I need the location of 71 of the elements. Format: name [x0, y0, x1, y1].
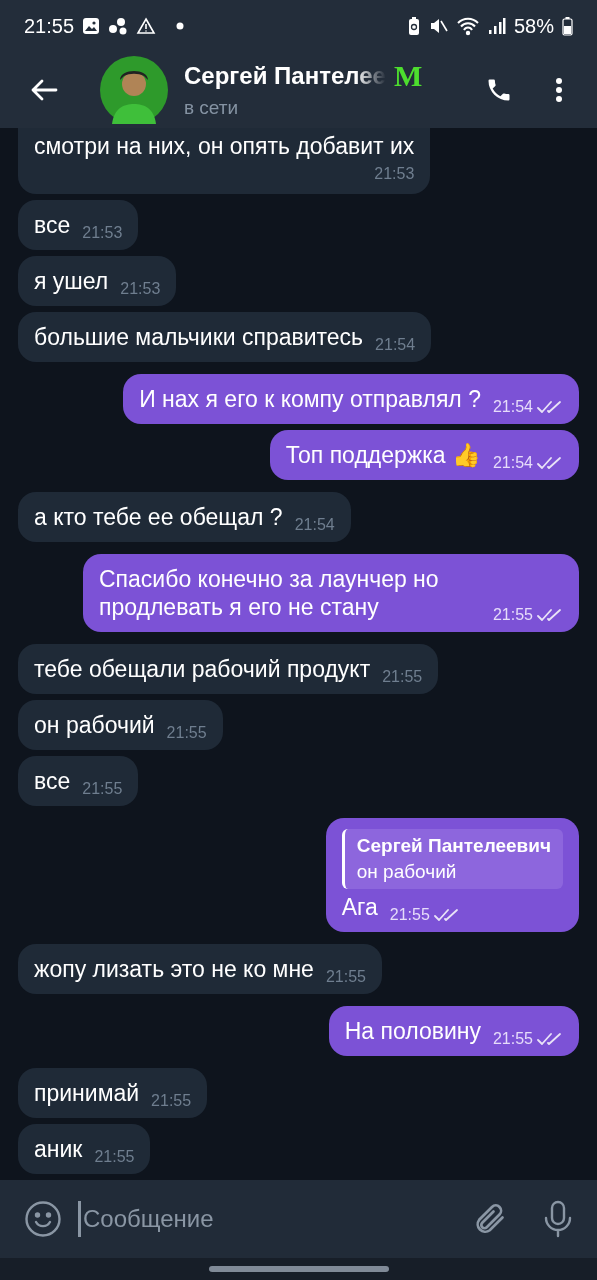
wifi-icon — [455, 16, 480, 36]
clock-time: 21:55 — [24, 14, 75, 39]
incoming-message-bubble[interactable]: все 21:55 — [18, 756, 139, 806]
incoming-message-bubble[interactable]: аник 21:55 — [18, 1124, 151, 1174]
reply-quote[interactable]: Сергей Пантелеевич он рабочий — [341, 829, 563, 889]
message-time: 21:53 — [120, 279, 161, 299]
message-time: 21:55 — [325, 967, 366, 987]
battery-percent: 58% — [513, 14, 554, 39]
avatar[interactable] — [100, 56, 168, 124]
message-text: принимай — [34, 1079, 140, 1107]
composer-bar[interactable]: Сообщение — [0, 1180, 597, 1258]
message-time: 21:55 — [382, 667, 423, 687]
message-time: 21:55 — [492, 605, 533, 625]
warning-icon — [136, 17, 157, 35]
outgoing-message-bubble[interactable]: Топ поддержка 👍 21:54 — [269, 430, 579, 480]
notification-dot-icon — [176, 22, 185, 30]
message-time: 21:55 — [492, 1029, 533, 1049]
outgoing-message-bubble[interactable]: И нах я его к компу отправлял ? 21:54 — [123, 374, 579, 424]
online-status: в сети — [184, 95, 240, 120]
message-text: все — [34, 211, 71, 239]
more-icon — [555, 77, 563, 103]
outgoing-message-bubble[interactable]: Сергей Пантелеевич он рабочий Ага 21:55 — [325, 818, 579, 932]
message-text: все — [34, 767, 71, 795]
message-time: 21:54 — [492, 453, 533, 473]
incoming-message-bubble[interactable]: все 21:53 — [18, 200, 139, 250]
message-text: он рабочий — [34, 711, 155, 739]
message-time: 21:55 — [166, 723, 207, 743]
incoming-message-bubble[interactable]: а кто тебе ее обещал ? 21:54 — [18, 492, 351, 542]
message-text: Ага — [341, 893, 378, 921]
incoming-message-bubble[interactable]: он рабочий 21:55 — [18, 700, 223, 750]
battery-saver-icon — [407, 16, 420, 36]
contact-name: Сергей Пантелее — [184, 60, 386, 91]
message-text: смотри на них, он опять добавит их — [34, 132, 415, 160]
incoming-message-bubble[interactable]: большие мальчики справитесь 21:54 — [18, 312, 432, 362]
emoji-status: M — [393, 60, 423, 91]
incoming-message-bubble[interactable]: смотри на них, он опять добавит их 21:53 — [18, 128, 431, 194]
message-text: а кто тебе ее обещал ? — [34, 503, 283, 531]
battery-icon — [562, 16, 573, 36]
reply-author: Сергей Пантелеевич — [356, 834, 551, 858]
back-arrow-icon — [30, 78, 58, 102]
incoming-message-bubble[interactable]: тебе обещали рабочий продукт 21:55 — [18, 644, 439, 694]
message-time: 21:54 — [294, 515, 335, 535]
message-text: Топ поддержка 👍 — [285, 441, 481, 469]
message-text: я ушел — [34, 267, 109, 295]
message-text: большие мальчики справитесь — [34, 323, 364, 351]
message-text: жопу лизать это не ко мне — [34, 955, 314, 983]
message-field[interactable]: Сообщение — [81, 1201, 471, 1237]
message-text: Спасибо конечно за лаунчер но продлевать я его не стану — [99, 565, 440, 621]
image-icon — [82, 17, 101, 35]
signal-icon — [487, 16, 506, 36]
message-text: тебе обещали рабочий продукт — [34, 655, 371, 683]
message-text: аник — [34, 1135, 83, 1163]
message-time: 21:53 — [374, 164, 415, 184]
emoji-icon[interactable] — [24, 1200, 62, 1238]
message-time: 21:55 — [151, 1091, 192, 1111]
message-time: 21:54 — [375, 335, 416, 355]
reply-text: он рабочий — [356, 860, 458, 884]
microphone-icon[interactable] — [543, 1200, 573, 1238]
message-text: И нах я его к компу отправлял ? — [139, 385, 481, 413]
message-time: 21:55 — [94, 1147, 135, 1167]
message-text: На половину — [344, 1017, 481, 1045]
incoming-message-bubble[interactable]: жопу лизать это не ко мне 21:55 — [18, 944, 382, 994]
message-time: 21:55 — [82, 779, 123, 799]
incoming-message-bubble[interactable]: я ушел 21:53 — [18, 256, 177, 306]
dots-icon — [108, 17, 129, 35]
outgoing-message-bubble[interactable]: На половину 21:55 — [328, 1006, 579, 1056]
outgoing-message-bubble[interactable]: Спасибо конечно за лаунчер но продлевать я его не стану 21:55 — [83, 554, 579, 632]
message-time: 21:54 — [492, 397, 533, 417]
incoming-message-bubble[interactable]: принимай 21:55 — [18, 1068, 208, 1118]
message-time: 21:55 — [389, 905, 430, 925]
message-time: 21:53 — [82, 223, 123, 243]
